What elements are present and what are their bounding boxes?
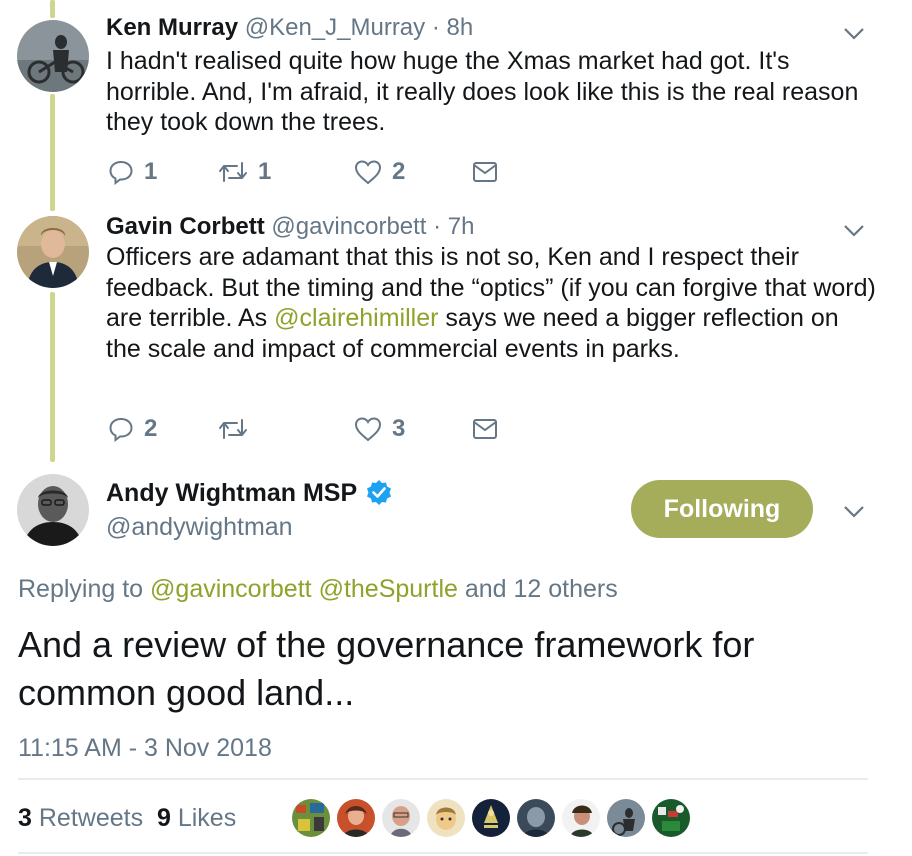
reply-icon — [109, 417, 133, 442]
retweet-total: 3 — [18, 804, 32, 832]
following-button[interactable]: Following — [631, 480, 813, 538]
tweet-header: Ken Murray @Ken_J_Murray · 8h — [106, 13, 473, 43]
avatar-gavin-corbett[interactable] — [17, 216, 89, 288]
replying-others[interactable]: and 12 others — [465, 575, 618, 603]
tweet-time[interactable]: · 8h — [432, 14, 473, 41]
reply-icon — [109, 160, 133, 185]
main-author-handle[interactable]: @andywightman — [106, 512, 293, 542]
liker-avatar[interactable] — [292, 799, 330, 837]
liker-avatar[interactable] — [562, 799, 600, 837]
tweet-text: I hadn't realised quite how huge the Xma… — [106, 46, 876, 138]
dm-button[interactable] — [472, 161, 498, 183]
like-icon — [354, 160, 382, 185]
main-author-name-row: Andy Wightman MSP — [106, 478, 393, 508]
like-count: 2 — [392, 158, 406, 185]
liker-avatar[interactable] — [652, 799, 690, 837]
retweets-label: Retweets — [38, 804, 144, 832]
reply-button[interactable]: 2 — [108, 415, 218, 443]
retweet-icon — [219, 162, 247, 182]
likes-stat[interactable]: 9 Likes — [157, 804, 236, 832]
liker-avatar[interactable] — [427, 799, 465, 837]
liker-avatar[interactable] — [337, 799, 375, 837]
avatar-ken-murray[interactable] — [17, 20, 89, 92]
like-button[interactable]: 2 — [354, 158, 472, 186]
retweets-stat[interactable]: 3 Retweets — [18, 804, 143, 832]
reply-count: 2 — [144, 415, 158, 442]
tweet-text-content: I hadn't realised quite how huge the Xma… — [106, 47, 859, 136]
liker-avatar[interactable] — [472, 799, 510, 837]
retweet-button[interactable]: 1 — [218, 158, 354, 186]
dm-button[interactable] — [472, 418, 498, 440]
replying-mention[interactable]: @gavincorbett — [150, 575, 312, 603]
avatar-andy-wightman[interactable] — [17, 474, 89, 546]
retweet-count: 1 — [258, 158, 272, 185]
mention-link[interactable]: @clairehimiller — [274, 304, 438, 332]
tweet-text: Officers are adamant that this is not so… — [106, 242, 876, 364]
retweet-icon — [219, 419, 247, 439]
author-name[interactable]: Gavin Corbett — [106, 213, 265, 240]
liker-avatar[interactable] — [607, 799, 645, 837]
tweet-header: Gavin Corbett @gavincorbett · 7h — [106, 212, 475, 242]
tweet-actions: 2 3 — [108, 414, 498, 444]
likes-label: Likes — [177, 804, 237, 832]
thread-line-2 — [50, 292, 55, 462]
reply-count: 1 — [144, 158, 158, 185]
chevron-down-icon[interactable] — [843, 27, 865, 41]
chevron-down-icon[interactable] — [843, 505, 865, 519]
replying-prefix: Replying to — [18, 575, 144, 603]
reply-button[interactable]: 1 — [108, 158, 218, 186]
author-name[interactable]: Ken Murray — [106, 14, 238, 41]
tweet-time[interactable]: · 7h — [433, 213, 474, 240]
tweet-actions: 1 1 2 — [108, 157, 498, 187]
replying-to: Replying to @gavincorbett @theSpurtle an… — [18, 574, 618, 604]
verified-badge-icon — [367, 480, 392, 505]
dm-icon — [473, 419, 497, 439]
liker-avatars — [292, 799, 697, 837]
liker-avatar[interactable] — [382, 799, 420, 837]
chevron-down-icon[interactable] — [843, 224, 865, 238]
like-total: 9 — [156, 804, 171, 832]
main-author-name[interactable]: Andy Wightman MSP — [106, 478, 357, 508]
like-button[interactable]: 3 — [354, 415, 472, 443]
tweet-stats: 3 Retweets 9 Likes — [18, 803, 236, 833]
divider — [18, 852, 868, 854]
tweet-timestamp[interactable]: 11:15 AM - 3 Nov 2018 — [18, 733, 272, 763]
like-icon — [354, 417, 382, 442]
dm-icon — [473, 162, 497, 182]
thread-line-1 — [50, 94, 55, 211]
author-handle[interactable]: @Ken_J_Murray — [245, 14, 425, 41]
replying-mention[interactable]: @theSpurtle — [319, 575, 458, 603]
thread-line-top — [50, 0, 55, 18]
author-handle[interactable]: @gavincorbett — [271, 213, 426, 240]
main-tweet-text: And a review of the governance framework… — [18, 624, 755, 713]
divider — [18, 778, 868, 780]
like-count: 3 — [392, 415, 406, 442]
retweet-button[interactable] — [218, 416, 354, 442]
liker-avatar[interactable] — [517, 799, 555, 837]
